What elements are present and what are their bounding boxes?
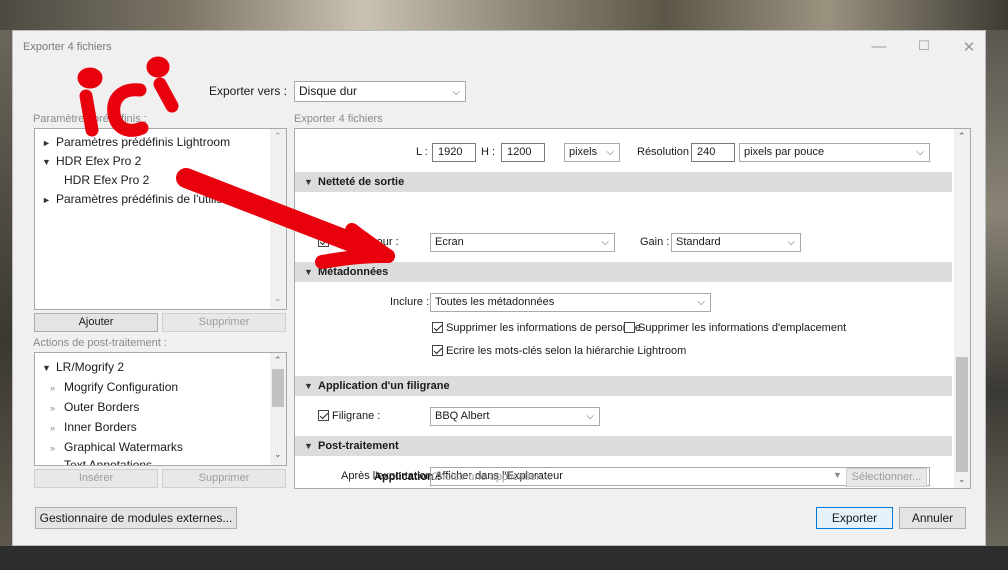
annotation-dot-2	[146, 56, 170, 78]
arrow-shaft	[176, 168, 382, 260]
red-annotation: ici	[77, 56, 395, 269]
annotation-stroke-i1	[79, 89, 99, 137]
annotation-stroke-i2	[153, 77, 179, 113]
annotation-stroke-c	[107, 83, 149, 137]
annotation-dot-1	[77, 67, 103, 89]
